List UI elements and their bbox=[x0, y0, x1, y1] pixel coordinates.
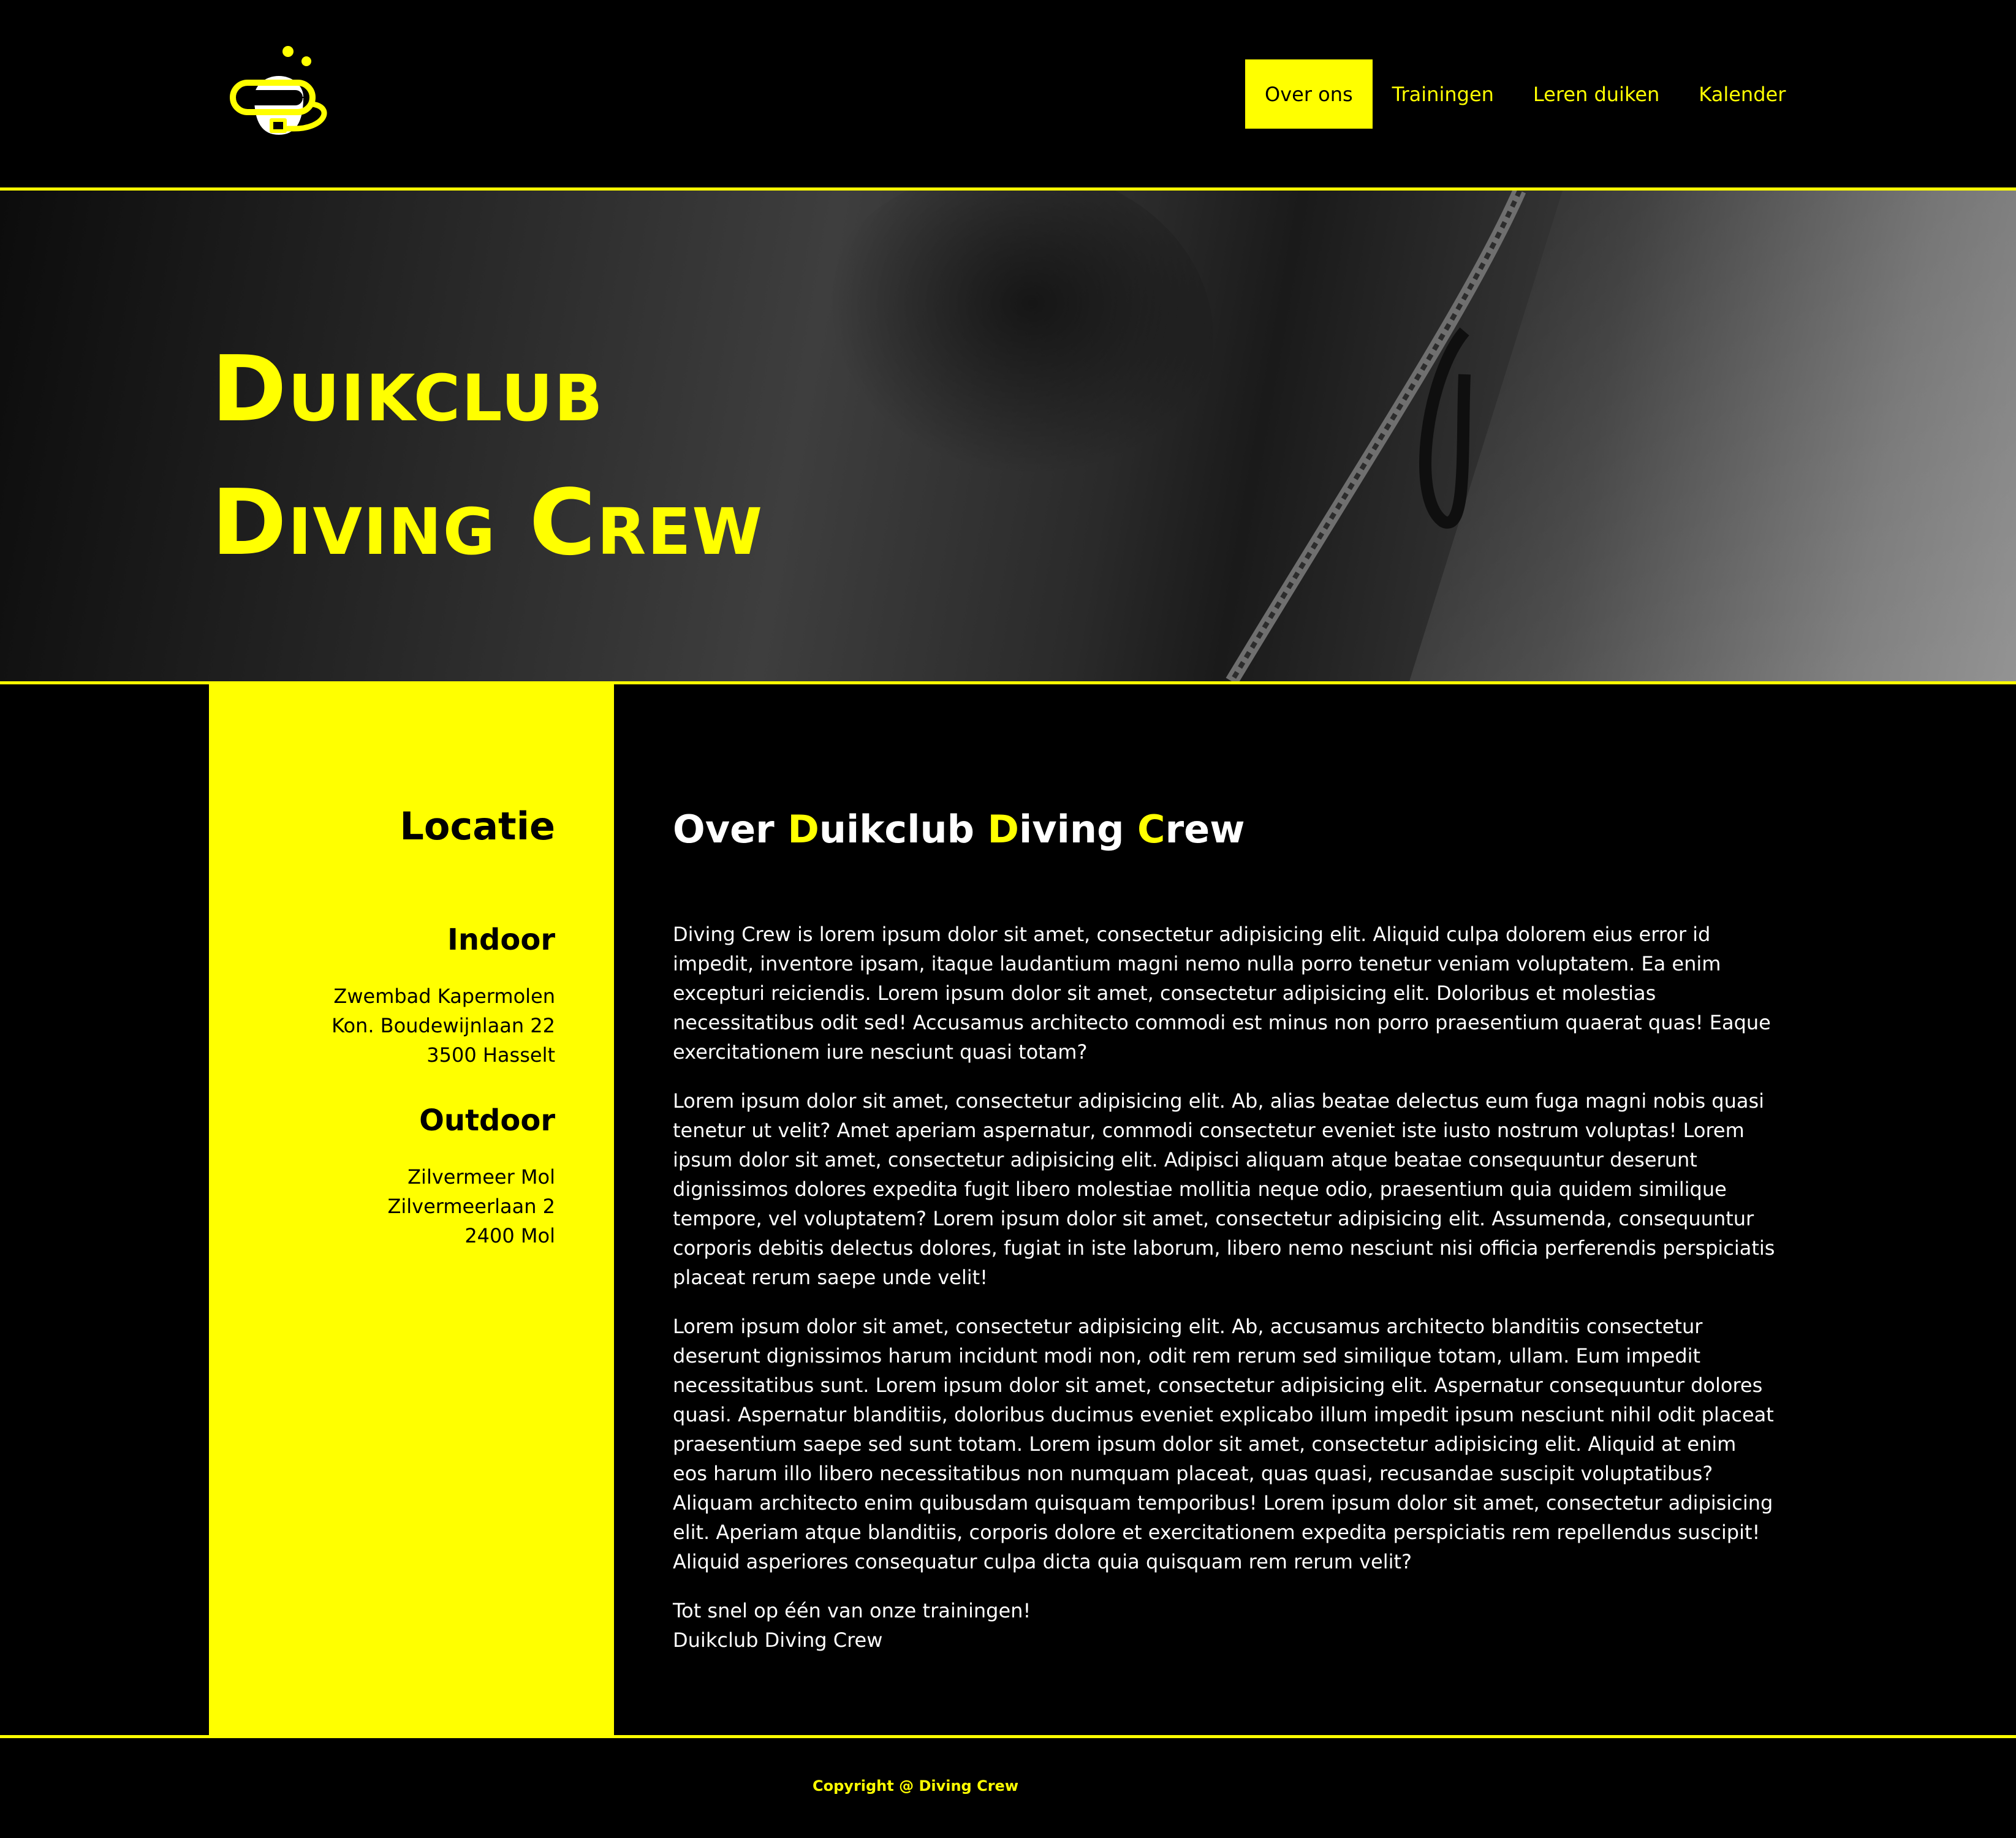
nav-item-kalender[interactable]: Kalender bbox=[1679, 59, 1805, 129]
outdoor-address-line: 2400 Mol bbox=[464, 1224, 555, 1247]
about-paragraph: Diving Crew is lorem ipsum dolor sit ame… bbox=[673, 923, 1771, 1064]
outdoor-heading: Outdoor bbox=[419, 1103, 555, 1138]
copyright-text: Copyright @ Diving Crew bbox=[813, 1777, 1018, 1795]
indoor-address-line: Zwembad Kapermolen bbox=[333, 985, 555, 1008]
title-initial-highlight: D bbox=[787, 807, 819, 852]
location-sidebar: Locatie Indoor Zwembad Kapermolen Kon. B… bbox=[209, 684, 614, 1735]
nav-item-trainingen[interactable]: Trainingen bbox=[1373, 59, 1514, 129]
title-part: uikclub bbox=[819, 807, 988, 852]
hero-title: Duikclub Diving Crew bbox=[211, 322, 764, 589]
closing-line: Tot snel op één van onze trainingen! bbox=[673, 1599, 1031, 1622]
about-paragraph: Lorem ipsum dolor sit amet, consectetur … bbox=[673, 1089, 1775, 1289]
hero-banner: Duikclub Diving Crew bbox=[0, 191, 2016, 681]
hero-title-line1: Duikclub bbox=[211, 336, 604, 442]
page-title: Over Duikclub Diving Crew bbox=[673, 807, 1245, 852]
title-part: iving bbox=[1019, 807, 1138, 852]
title-initial-highlight: D bbox=[987, 807, 1020, 852]
title-part: Over bbox=[673, 807, 788, 852]
indoor-heading: Indoor bbox=[447, 923, 555, 957]
nav-item-over-ons[interactable]: Over ons bbox=[1245, 59, 1373, 129]
indoor-address-line: 3500 Hasselt bbox=[426, 1043, 555, 1067]
outdoor-location: Outdoor Zilvermeer Mol Zilvermeerlaan 2 … bbox=[387, 1103, 555, 1250]
title-part: rew bbox=[1165, 807, 1245, 852]
nav-item-leren-duiken[interactable]: Leren duiken bbox=[1514, 59, 1679, 129]
site-header: Over ons Trainingen Leren duiken Kalende… bbox=[0, 0, 2016, 187]
diver-mask-snorkel-icon[interactable] bbox=[227, 43, 331, 147]
main-nav: Over ons Trainingen Leren duiken Kalende… bbox=[1245, 59, 1805, 129]
site-footer: Copyright @ Diving Crew bbox=[0, 1739, 2016, 1838]
title-initial-highlight: C bbox=[1137, 807, 1165, 852]
footer-divider bbox=[0, 1735, 2016, 1738]
indoor-location: Indoor Zwembad Kapermolen Kon. Boudewijn… bbox=[332, 923, 555, 1070]
outdoor-address-line: Zilvermeerlaan 2 bbox=[387, 1195, 555, 1218]
hero-title-line2: Diving Crew bbox=[211, 470, 764, 575]
sidebar-title: Locatie bbox=[400, 804, 555, 849]
closing-note: Tot snel op één van onze trainingen! Duik… bbox=[673, 1596, 1776, 1655]
about-paragraph: Lorem ipsum dolor sit amet, consectetur … bbox=[673, 1315, 1774, 1573]
closing-signature: Duikclub Diving Crew bbox=[673, 1628, 883, 1652]
outdoor-address-line: Zilvermeer Mol bbox=[407, 1165, 555, 1189]
indoor-address-line: Kon. Boudewijnlaan 22 bbox=[332, 1014, 555, 1037]
about-text: Diving Crew is lorem ipsum dolor sit ame… bbox=[673, 920, 1776, 1674]
